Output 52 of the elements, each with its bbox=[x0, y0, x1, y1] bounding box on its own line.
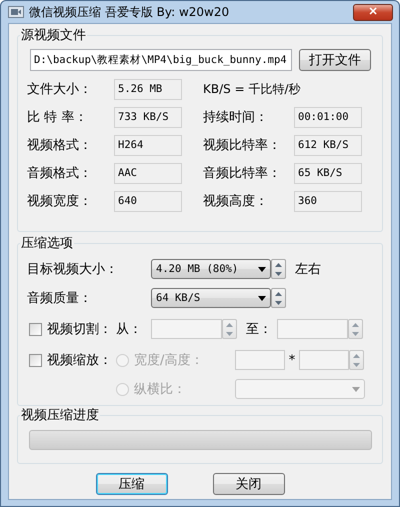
dialog-button[interactable]: 压缩 bbox=[96, 473, 168, 495]
checkbox-label: 视频切割： bbox=[47, 321, 113, 338]
dropdown-arrow-icon bbox=[258, 266, 266, 272]
group-title: 压缩选项 bbox=[20, 235, 74, 252]
video-camera-icon bbox=[8, 6, 24, 18]
field-label: 音频格式： bbox=[27, 165, 93, 182]
checkbox-label: 视频缩放： bbox=[47, 352, 113, 369]
dropdown-arrow-icon bbox=[258, 296, 266, 300]
dialog-button[interactable]: 关闭 bbox=[212, 473, 284, 495]
dropdown-arrow-icon bbox=[352, 386, 360, 392]
group-title: 视频压缩进度 bbox=[20, 407, 100, 424]
checkbox[interactable] bbox=[29, 354, 42, 366]
spin-buttons[interactable] bbox=[222, 319, 237, 339]
field-label: 视频格式： bbox=[27, 137, 93, 154]
field-label: 视频比特率： bbox=[203, 137, 282, 154]
value-field: 640 bbox=[114, 190, 182, 212]
unit-note: KB/S = 千比特/秒 bbox=[203, 80, 300, 98]
window-title: 微信视频压缩 吾爱专版 By: w20w20 bbox=[29, 4, 230, 20]
value-field: 360 bbox=[294, 190, 362, 212]
radio-label: 纵横比： bbox=[134, 381, 187, 398]
field-label: 比 特 率： bbox=[27, 109, 88, 126]
times-sign: * bbox=[288, 352, 296, 368]
audio-quality-dropdown[interactable]: 64 KB/S bbox=[151, 288, 271, 308]
value-field: H264 bbox=[114, 134, 182, 156]
value-field: 612 KB/S bbox=[294, 134, 362, 156]
checkbox[interactable] bbox=[29, 322, 42, 336]
field-label: 视频高度： bbox=[203, 193, 269, 210]
spin-buttons[interactable] bbox=[271, 288, 286, 308]
field-label: 音频质量： bbox=[27, 290, 93, 307]
suffix-label: 左右 bbox=[295, 261, 322, 278]
field-label: 至： bbox=[246, 321, 273, 338]
value-field: 733 KB/S bbox=[114, 106, 182, 128]
target-size-dropdown[interactable]: 4.20 MB (80%) bbox=[151, 259, 271, 279]
aspect-ratio-dropdown[interactable] bbox=[235, 379, 365, 399]
value-field: 65 KB/S bbox=[294, 162, 362, 184]
spin-buttons[interactable] bbox=[271, 259, 286, 279]
file-path-field[interactable]: D:\backup\教程素材\MP4\big_buck_bunny.mp4 bbox=[30, 49, 292, 71]
open-file-button[interactable]: 打开文件 bbox=[299, 49, 371, 71]
value-field: 00:01:00 bbox=[294, 106, 362, 128]
field-label: 目标视频大小： bbox=[27, 261, 119, 278]
group-title: 源视频文件 bbox=[20, 27, 87, 44]
value-field: 5.26 MB bbox=[114, 78, 182, 100]
field-label: 从： bbox=[116, 321, 143, 338]
spin-buttons[interactable] bbox=[348, 319, 363, 339]
radio-label: 宽度/高度： bbox=[134, 352, 204, 369]
field-label: 视频宽度： bbox=[27, 193, 93, 210]
field-label: 持续时间： bbox=[203, 109, 269, 126]
field-label: 文件大小： bbox=[27, 81, 93, 98]
field-label: 音频比特率： bbox=[203, 165, 282, 182]
value-field: AAC bbox=[114, 162, 182, 184]
spin-buttons[interactable] bbox=[349, 350, 364, 370]
close-button[interactable]: ✕ bbox=[353, 4, 393, 20]
